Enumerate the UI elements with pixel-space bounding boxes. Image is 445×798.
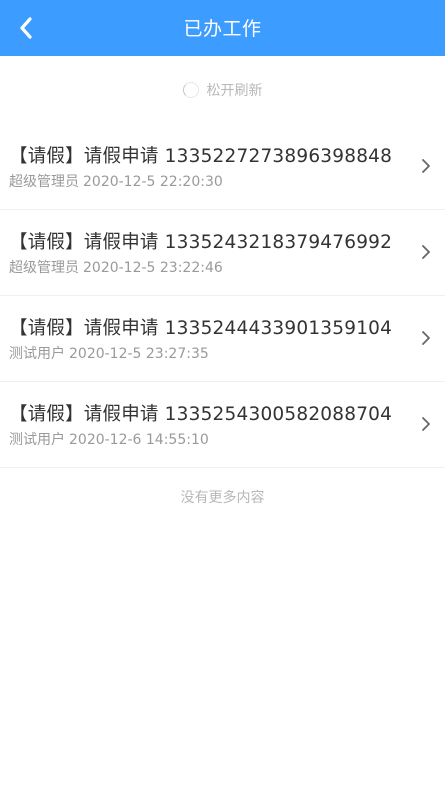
- item-title: 【请假】请假申请 1335244433901359104: [9, 318, 393, 339]
- item-user: 超级管理员: [9, 260, 79, 276]
- chevron-right-icon: [422, 159, 430, 173]
- item-date: 2020-12-5 23:27:35: [69, 346, 209, 362]
- item-meta: 超级管理员 2020-12-5 22:20:30: [9, 171, 223, 191]
- item-date: 2020-12-6 14:55:10: [69, 432, 209, 448]
- navbar: 已办工作: [0, 0, 445, 56]
- task-list: 【请假】请假申请 1335227273896398848 超级管理员 2020-1…: [0, 124, 445, 468]
- list-item[interactable]: 【请假】请假申请 1335244433901359104 测试用户 2020-12…: [0, 296, 445, 382]
- chevron-right-icon: [422, 331, 430, 345]
- item-user: 超级管理员: [9, 174, 79, 190]
- item-meta: 超级管理员 2020-12-5 23:22:46: [9, 257, 223, 277]
- list-item[interactable]: 【请假】请假申请 1335243218379476992 超级管理员 2020-1…: [0, 210, 445, 296]
- page-title: 已办工作: [183, 18, 262, 40]
- chevron-right-icon: [422, 417, 430, 431]
- loading-spinner-icon: [182, 82, 199, 98]
- no-more-text: 没有更多内容: [180, 490, 265, 506]
- list-item[interactable]: 【请假】请假申请 1335227273896398848 超级管理员 2020-1…: [0, 124, 445, 210]
- list-item[interactable]: 【请假】请假申请 1335254300582088704 测试用户 2020-12…: [0, 382, 445, 468]
- item-title: 【请假】请假申请 1335243218379476992: [9, 232, 393, 253]
- item-date: 2020-12-5 23:22:46: [83, 260, 223, 276]
- item-meta: 测试用户 2020-12-6 14:55:10: [9, 429, 209, 449]
- item-title: 【请假】请假申请 1335227273896398848: [9, 146, 393, 167]
- pull-refresh-indicator: 松开刷新: [0, 78, 445, 102]
- chevron-right-icon: [422, 245, 430, 259]
- item-user: 测试用户: [9, 346, 65, 362]
- item-date: 2020-12-5 22:20:30: [83, 174, 223, 190]
- refresh-label: 松开刷新: [206, 83, 263, 99]
- item-user: 测试用户: [9, 432, 65, 448]
- item-meta: 测试用户 2020-12-5 23:27:35: [9, 343, 209, 363]
- item-title: 【请假】请假申请 1335254300582088704: [9, 404, 393, 425]
